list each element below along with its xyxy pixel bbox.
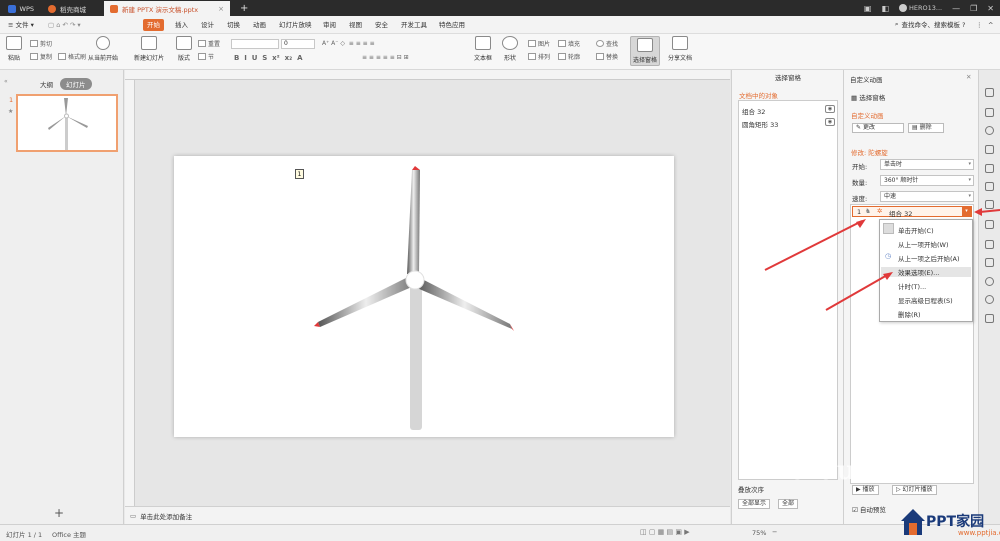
baidu-watermark: Baidu bbox=[770, 456, 856, 486]
view-mode-icons[interactable]: ◫ ▢ ▦ ▤ ▣ ▶ bbox=[640, 528, 690, 536]
zoom-level[interactable]: 75% bbox=[752, 529, 766, 537]
zoom-out-icon[interactable]: − bbox=[772, 528, 777, 536]
brand-name: PPT家园 bbox=[926, 514, 985, 530]
brand-watermark: PPT家园 www.pptjia.com bbox=[884, 505, 1000, 541]
status-bar: 幻灯片 1 / 1 Office 主题 ◫ ▢ ▦ ▤ ▣ ▶ 75% − bbox=[0, 524, 1000, 541]
slide-count: 幻灯片 1 / 1 bbox=[6, 531, 43, 539]
theme-name: Office 主题 bbox=[52, 531, 87, 539]
house-logo-icon bbox=[901, 509, 925, 535]
brand-url: www.pptjia.com bbox=[958, 529, 1000, 537]
